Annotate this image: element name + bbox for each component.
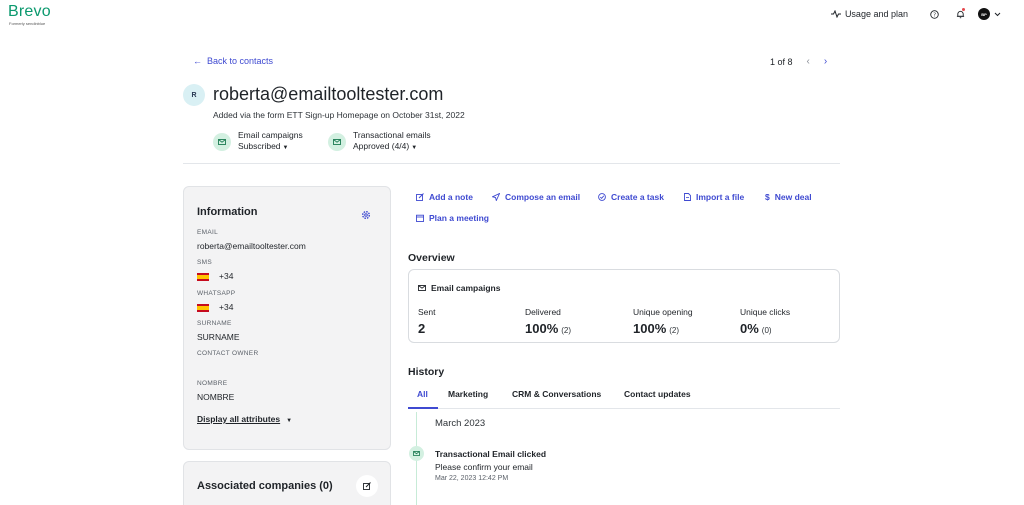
dollar-icon: $ <box>765 192 770 202</box>
field-label-whatsapp: WHATSAPP <box>197 290 236 297</box>
account-menu[interactable]: BP <box>978 8 1002 20</box>
caret-down-icon: ▼ <box>411 145 418 151</box>
tab-contact-updates[interactable]: Contact updates <box>624 389 691 399</box>
logo-text: Brevo <box>8 3 51 20</box>
pager-text: 1 of 8 <box>770 56 793 67</box>
field-value-sms: +34 <box>197 271 233 281</box>
contact-source-text: Added via the form ETT Sign-up Homepage … <box>213 110 465 120</box>
field-value-surname: SURNAME <box>197 332 240 342</box>
history-tabs: All Marketing CRM & Conversations Contac… <box>408 387 840 409</box>
contact-avatar: R <box>183 84 205 106</box>
display-all-attributes-link[interactable]: Display all attributes ▼ <box>197 414 292 424</box>
tab-all[interactable]: All <box>417 389 428 399</box>
spain-flag-icon <box>197 272 209 281</box>
gear-icon[interactable] <box>361 207 371 225</box>
help-button[interactable]: ? <box>926 6 942 22</box>
field-label-nombre: NOMBRE <box>197 380 228 387</box>
new-deal-button[interactable]: $ New deal <box>765 192 812 202</box>
timeline-event-time: Mar 22, 2023 12:42 PM <box>435 475 509 482</box>
mail-icon <box>413 451 420 456</box>
stat-unique-clicks: Unique clicks 0% (0) <box>740 307 791 336</box>
mail-icon <box>328 133 346 151</box>
edit-note-icon <box>416 193 424 201</box>
field-label-sms: SMS <box>197 259 212 266</box>
activity-icon <box>830 10 841 18</box>
mail-icon <box>418 285 426 291</box>
overview-card-header: Email campaigns <box>418 283 500 293</box>
create-task-button[interactable]: Create a task <box>598 192 664 202</box>
active-tab-indicator <box>408 407 438 409</box>
chevron-down-icon <box>994 10 1002 18</box>
field-label-email: EMAIL <box>197 229 219 236</box>
email-campaigns-subscription[interactable]: Email campaigns Subscribed ▼ <box>213 130 303 154</box>
header-divider <box>183 163 840 164</box>
chevron-right-icon[interactable]: › <box>824 56 827 67</box>
tab-crm-conversations[interactable]: CRM & Conversations <box>512 389 601 399</box>
subscription-title: Email campaigns <box>238 130 303 140</box>
svg-text:?: ? <box>933 12 936 18</box>
field-value-nombre: NOMBRE <box>197 392 235 402</box>
help-icon: ? <box>929 9 939 19</box>
tab-marketing[interactable]: Marketing <box>448 389 488 399</box>
logo-subtext: Formerly sendinblue <box>9 21 46 26</box>
check-circle-icon <box>598 193 606 201</box>
contact-title: roberta@emailtooltester.com <box>213 84 444 104</box>
arrow-left-icon: ← <box>193 56 202 66</box>
back-to-contacts-link[interactable]: ← Back to contacts <box>193 56 273 66</box>
compose-email-button[interactable]: Compose an email <box>492 192 580 202</box>
timeline-event-description: Please confirm your email <box>435 462 533 472</box>
caret-down-icon: ▼ <box>286 418 293 424</box>
edit-icon <box>363 482 371 490</box>
field-value-whatsapp: +34 <box>197 302 233 312</box>
timeline-month: March 2023 <box>435 418 486 429</box>
notification-dot <box>962 8 965 11</box>
stat-sent: Sent 2 <box>418 307 436 336</box>
subscription-status: Subscribed <box>238 141 281 151</box>
import-file-button[interactable]: Import a file <box>684 192 744 202</box>
chevron-left-icon[interactable]: ‹ <box>807 56 810 67</box>
account-avatar: BP <box>978 8 990 20</box>
stat-delivered: Delivered 100% (2) <box>525 307 572 336</box>
plan-meeting-button[interactable]: Plan a meeting <box>416 213 489 223</box>
field-label-contact-owner: CONTACT OWNER <box>197 350 259 357</box>
subscription-title: Transactional emails <box>353 130 431 140</box>
timeline-event-title[interactable]: Transactional Email clicked <box>435 449 546 459</box>
timeline-event-icon <box>409 446 424 461</box>
history-title: History <box>408 366 445 378</box>
send-icon <box>492 193 500 201</box>
caret-down-icon: ▼ <box>282 145 289 151</box>
brevo-logo[interactable]: Brevo Formerly sendinblue <box>8 3 51 26</box>
spain-flag-icon <box>197 303 209 312</box>
calendar-icon <box>416 214 424 222</box>
transactional-emails-subscription[interactable]: Transactional emails Approved (4/4) ▼ <box>328 130 431 154</box>
edit-companies-button[interactable] <box>356 475 378 497</box>
subscription-status: Approved (4/4) <box>353 141 410 151</box>
email-campaigns-overview-card: Email campaigns Sent 2 Delivered 100% (2)… <box>408 269 840 343</box>
file-icon <box>684 193 691 201</box>
field-label-surname: SURNAME <box>197 320 232 327</box>
usage-label: Usage and plan <box>844 9 908 19</box>
usage-and-plan-link[interactable]: Usage and plan <box>830 9 908 19</box>
top-navigation: Usage and plan ? BP <box>830 6 1002 22</box>
notifications-button[interactable] <box>952 6 968 22</box>
display-all-label: Display all attributes <box>197 414 281 424</box>
companies-title: Associated companies (0) <box>197 480 333 492</box>
mail-icon <box>213 133 231 151</box>
add-note-button[interactable]: Add a note <box>416 192 473 202</box>
information-title: Information <box>197 206 258 218</box>
field-value-email: roberta@emailtooltester.com <box>197 241 306 251</box>
contact-pager: 1 of 8 ‹ › <box>770 56 827 67</box>
back-label: Back to contacts <box>207 56 274 66</box>
associated-companies-panel: Associated companies (0) <box>183 461 391 505</box>
stat-unique-opening: Unique opening 100% (2) <box>633 307 693 336</box>
overview-title: Overview <box>408 252 455 264</box>
information-panel: Information EMAIL roberta@emailtoolteste… <box>183 186 391 450</box>
